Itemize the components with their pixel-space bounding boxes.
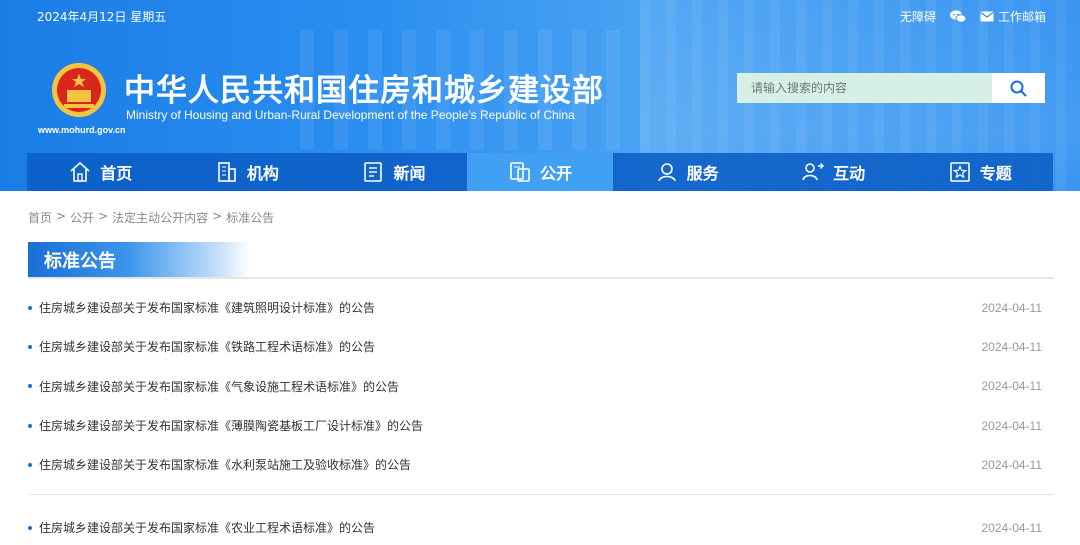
list-item: 住房城乡建设部关于发布国家标准《水利泵站施工及验收标准》的公告 2024-04-…	[28, 445, 1054, 484]
announcement-link[interactable]: 住房城乡建设部关于发布国家标准《薄膜陶瓷基板工厂设计标准》的公告	[39, 417, 423, 434]
list-group-divider	[28, 494, 1054, 495]
section-header: 标准公告	[28, 242, 250, 277]
document-icon	[510, 162, 530, 182]
building-icon	[218, 162, 236, 182]
list-item: 住房城乡建设部关于发布国家标准《铁路工程术语标准》的公告 2024-04-11	[28, 327, 1054, 366]
bullet-icon	[28, 305, 32, 310]
list-item: 住房城乡建设部关于发布国家标准《建筑照明设计标准》的公告 2024-04-11	[28, 288, 1054, 327]
announcement-link[interactable]: 住房城乡建设部关于发布国家标准《建筑照明设计标准》的公告	[39, 299, 375, 316]
section-divider	[28, 277, 1054, 279]
news-icon	[364, 162, 383, 182]
search-input[interactable]	[737, 73, 992, 103]
current-date: 2024年4月12日 星期五	[37, 10, 167, 24]
nav-label: 公开	[540, 164, 573, 183]
search-button[interactable]	[992, 73, 1045, 103]
interaction-icon	[802, 163, 825, 181]
breadcrumb-separator: >	[212, 209, 223, 223]
mail-icon	[980, 11, 994, 22]
list-item: 住房城乡建设部关于发布国家标准《气象设施工程术语标准》的公告 2024-04-1…	[28, 367, 1054, 406]
breadcrumb-current: 标准公告	[226, 211, 275, 225]
site-header: 2024年4月12日 星期五 无障碍 工作邮箱 www.mohurd.gov.c…	[0, 0, 1080, 191]
section-title: 标准公告	[44, 251, 116, 272]
nav-item-public[interactable]: 公开	[466, 153, 614, 191]
nav-item-organization[interactable]: 机构	[174, 153, 321, 191]
nav-item-home[interactable]: 首页	[27, 153, 174, 191]
announcement-link[interactable]: 住房城乡建设部关于发布国家标准《铁路工程术语标准》的公告	[39, 338, 375, 355]
announcement-date: 2024-04-11	[981, 339, 1043, 354]
home-icon	[70, 161, 90, 182]
nav-item-interaction[interactable]: 互动	[760, 153, 907, 191]
announcement-list-continued: 住房城乡建设部关于发布国家标准《农业工程术语标准》的公告 2024-04-11	[28, 508, 1054, 545]
nav-label: 新闻	[393, 164, 426, 183]
announcement-date: 2024-04-11	[981, 300, 1043, 315]
bullet-icon	[28, 344, 32, 349]
nav-label: 专题	[979, 164, 1012, 183]
breadcrumb-home[interactable]: 首页	[28, 209, 52, 226]
breadcrumb: 首页 > 公开 > 法定主动公开内容 > 标准公告	[28, 209, 274, 226]
search-icon	[1010, 80, 1027, 96]
announcement-date: 2024-04-11	[981, 457, 1043, 472]
bullet-icon	[28, 462, 32, 467]
nav-item-topics[interactable]: 专题	[906, 153, 1053, 191]
service-icon	[657, 163, 676, 182]
top-links: 无障碍 工作邮箱	[900, 8, 1046, 25]
main-nav: 首页 机构 新闻 公开 服务 互动 专题	[27, 153, 1053, 191]
nav-label: 服务	[686, 164, 719, 183]
nav-label: 机构	[246, 164, 279, 183]
site-url: www.mohurd.gov.cn	[38, 125, 126, 135]
star-icon	[949, 162, 970, 182]
announcement-date: 2024-04-11	[981, 379, 1043, 394]
wechat-icon	[949, 10, 966, 23]
list-item: 住房城乡建设部关于发布国家标准《农业工程术语标准》的公告 2024-04-11	[28, 508, 1054, 545]
bullet-icon	[28, 525, 32, 530]
breadcrumb-separator: >	[98, 209, 109, 223]
breadcrumb-statutory[interactable]: 法定主动公开内容	[112, 209, 208, 226]
announcement-link[interactable]: 住房城乡建设部关于发布国家标准《农业工程术语标准》的公告	[39, 519, 375, 536]
bullet-icon	[28, 384, 32, 389]
announcement-link[interactable]: 住房城乡建设部关于发布国家标准《气象设施工程术语标准》的公告	[39, 378, 399, 395]
breadcrumb-public[interactable]: 公开	[70, 209, 94, 226]
wechat-link[interactable]	[949, 10, 966, 23]
announcement-link[interactable]: 住房城乡建设部关于发布国家标准《水利泵站施工及验收标准》的公告	[39, 456, 411, 473]
mailbox-label: 工作邮箱	[997, 10, 1046, 24]
announcement-date: 2024-04-11	[981, 520, 1043, 535]
search-bar	[737, 73, 1045, 103]
nav-label: 首页	[100, 164, 133, 183]
nav-item-news[interactable]: 新闻	[320, 153, 467, 191]
accessibility-link[interactable]: 无障碍	[900, 8, 936, 25]
announcement-date: 2024-04-11	[981, 418, 1043, 433]
national-emblem-icon[interactable]	[50, 60, 108, 120]
site-subtitle: Ministry of Housing and Urban-Rural Deve…	[126, 108, 575, 122]
site-title[interactable]: 中华人民共和国住房和城乡建设部	[124, 65, 604, 110]
bullet-icon	[28, 423, 32, 428]
announcement-list: 住房城乡建设部关于发布国家标准《建筑照明设计标准》的公告 2024-04-11 …	[28, 288, 1054, 484]
mailbox-link[interactable]: 工作邮箱	[980, 8, 1046, 25]
nav-item-service[interactable]: 服务	[613, 153, 760, 191]
breadcrumb-separator: >	[56, 209, 67, 223]
nav-label: 互动	[833, 164, 866, 183]
list-item: 住房城乡建设部关于发布国家标准《薄膜陶瓷基板工厂设计标准》的公告 2024-04…	[28, 406, 1054, 445]
